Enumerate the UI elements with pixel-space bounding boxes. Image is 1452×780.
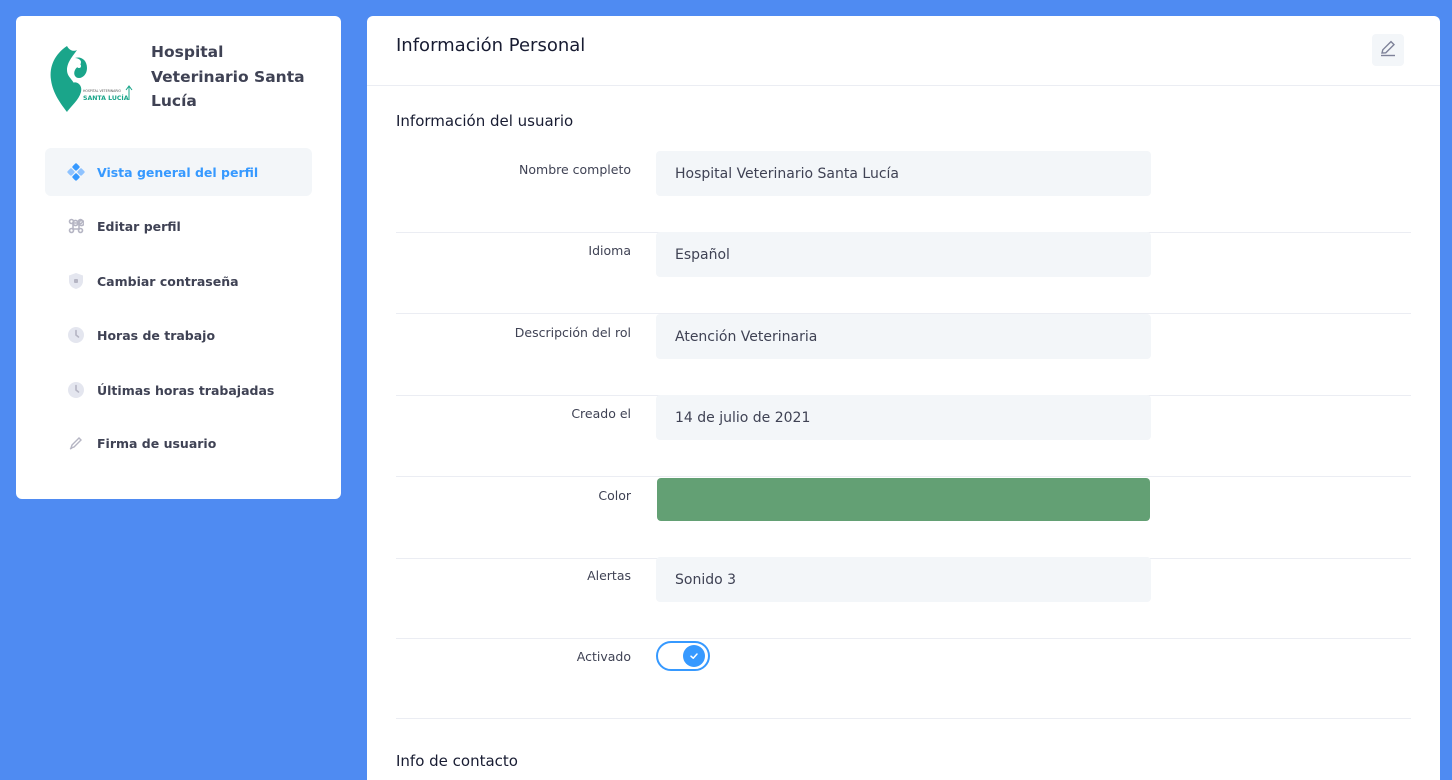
brand: HOSPITAL VETERINARIO SANTA LUCÍA Hospita… xyxy=(45,40,315,140)
profile-overview-icon xyxy=(66,162,86,182)
clock-icon xyxy=(66,380,86,400)
color-swatch[interactable] xyxy=(657,478,1150,521)
color-row: Color xyxy=(396,477,1411,559)
contact-section-title: Info de contacto xyxy=(396,752,518,770)
enabled-label: Activado xyxy=(576,649,631,664)
alerts-row: Alertas Sonido 3 xyxy=(396,557,1411,639)
brand-name: Hospital Veterinario Santa Lucía xyxy=(151,43,305,110)
sidebar-item-edit-profile[interactable]: Editar perfil xyxy=(45,202,312,250)
sidebar-item-label: Cambiar contraseña xyxy=(97,273,239,289)
sidebar-item-change-password[interactable]: Cambiar contraseña xyxy=(45,257,312,305)
full-name-label: Nombre completo xyxy=(519,162,631,177)
sidebar-item-profile-overview[interactable]: Vista general del perfil xyxy=(45,148,312,196)
language-row: Idioma Español xyxy=(396,232,1411,314)
shield-icon xyxy=(66,271,86,291)
command-icon xyxy=(66,216,86,236)
clock-icon xyxy=(66,325,86,345)
card-header: Información Personal xyxy=(367,16,1440,86)
pen-icon xyxy=(66,433,86,453)
sidebar-item-work-hours[interactable]: Horas de trabajo xyxy=(45,311,312,359)
check-icon xyxy=(683,645,705,667)
enabled-toggle[interactable] xyxy=(656,641,710,671)
sidebar-item-label: Vista general del perfil xyxy=(97,164,259,180)
svg-text:HOSPITAL VETERINARIO: HOSPITAL VETERINARIO xyxy=(83,89,121,93)
full-name-field[interactable]: Hospital Veterinario Santa Lucía xyxy=(656,151,1151,196)
page-title: Información Personal xyxy=(396,35,586,56)
sidebar-item-label: Últimas horas trabajadas xyxy=(97,382,275,398)
alerts-field[interactable]: Sonido 3 xyxy=(656,557,1151,602)
alerts-label: Alertas xyxy=(587,568,631,583)
role-field[interactable]: Atención Veterinaria xyxy=(656,314,1151,359)
sidebar-item-last-worked-hours[interactable]: Últimas horas trabajadas xyxy=(45,366,312,414)
hospital-logo: HOSPITAL VETERINARIO SANTA LUCÍA xyxy=(50,46,133,112)
sidebar-item-label: Firma de usuario xyxy=(97,435,217,451)
svg-text:SANTA LUCÍA: SANTA LUCÍA xyxy=(83,93,129,102)
sidebar-item-label: Horas de trabajo xyxy=(97,327,216,343)
created-label: Creado el xyxy=(571,406,631,421)
user-info-section-title: Información del usuario xyxy=(396,112,574,130)
created-field[interactable]: 14 de julio de 2021 xyxy=(656,395,1151,440)
section-divider xyxy=(396,718,1411,719)
full-name-row: Nombre completo Hospital Veterinario San… xyxy=(396,151,1411,233)
personal-info-card: Información Personal Información del usu… xyxy=(367,16,1440,780)
pencil-icon xyxy=(1379,39,1397,61)
sidebar-item-user-signature[interactable]: Firma de usuario xyxy=(45,419,312,467)
language-label: Idioma xyxy=(588,243,631,258)
color-label: Color xyxy=(598,488,631,503)
sidebar-item-label: Editar perfil xyxy=(97,218,181,234)
created-row: Creado el 14 de julio de 2021 xyxy=(396,395,1411,477)
role-row: Descripción del rol Atención Veterinaria xyxy=(396,314,1411,396)
enabled-row: Activado xyxy=(396,641,1411,723)
role-label: Descripción del rol xyxy=(514,325,631,340)
profile-sidebar: HOSPITAL VETERINARIO SANTA LUCÍA Hospita… xyxy=(16,16,341,499)
edit-button[interactable] xyxy=(1372,34,1404,66)
language-field[interactable]: Español xyxy=(656,232,1151,277)
